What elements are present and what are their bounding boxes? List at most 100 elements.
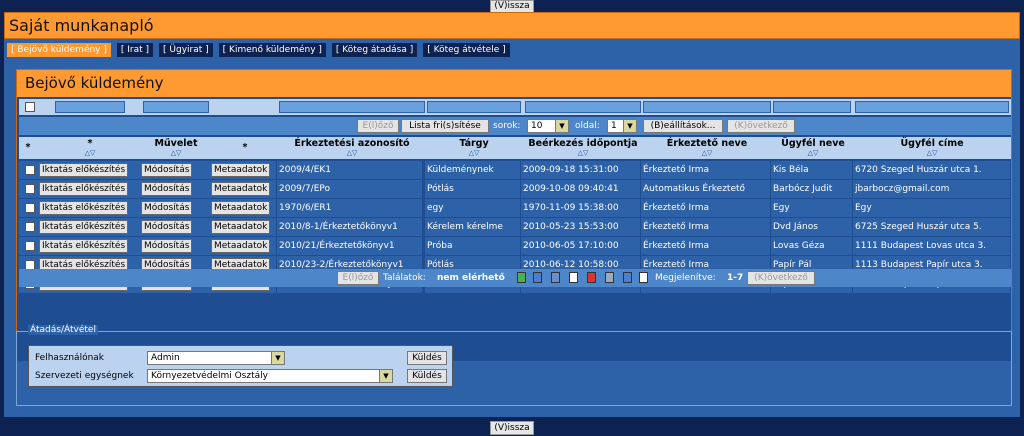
rows-label: sorok:	[493, 121, 521, 131]
refresh-button[interactable]: Lista fri(s)sítése	[401, 119, 489, 133]
table-header: * * △▽ Művelet △▽ * Érkeztetési azonosító △…	[19, 137, 1011, 159]
tab-outgoing[interactable]: [ Kimenő küldemény ]	[218, 43, 326, 57]
modify-button[interactable]: Módosítás	[141, 163, 193, 177]
filter-field[interactable]	[55, 101, 125, 113]
xml-export-icon[interactable]	[623, 272, 632, 283]
rows-select[interactable]: 10 ▼	[527, 119, 569, 133]
modify-button[interactable]: Módosítás	[141, 220, 193, 234]
col-action[interactable]: Művelet △▽	[143, 138, 209, 157]
next-button[interactable]: (K)övetkező	[727, 119, 795, 133]
select-all-checkbox[interactable]	[25, 102, 35, 112]
cell-subject: Pótlás	[425, 180, 521, 198]
modify-button[interactable]: Módosítás	[141, 239, 193, 253]
cell-address: 1111 Budapest Lovas utca 3.	[853, 237, 1011, 255]
filter-subject-field[interactable]	[427, 101, 521, 113]
sort-icon[interactable]: △▽	[143, 149, 209, 157]
top-bar: (V)issza	[0, 0, 1024, 13]
user-select[interactable]: Admin ▼	[147, 351, 285, 365]
settings-button[interactable]: (B)eállítások...	[643, 119, 723, 133]
sort-icon[interactable]: △▽	[427, 149, 521, 157]
tab-case[interactable]: [ Ügyirat ]	[159, 43, 213, 57]
prepare-filing-button[interactable]: Iktatás előkészítés	[39, 163, 129, 177]
col-date[interactable]: Beérkezés időpontja △▽	[523, 138, 643, 157]
col-id[interactable]: Érkeztetési azonosító △▽	[279, 138, 425, 157]
filter-address-field[interactable]	[855, 101, 1009, 113]
blank-page-icon[interactable]	[639, 272, 648, 283]
col-star2: *	[242, 142, 248, 153]
col-subject[interactable]: Tárgy △▽	[427, 138, 521, 157]
send-org-button[interactable]: Küldés	[407, 369, 447, 383]
tab-batch-handover[interactable]: [ Köteg átadása ]	[331, 43, 418, 57]
filter-field[interactable]	[143, 101, 209, 113]
word-export-icon[interactable]	[533, 272, 542, 283]
prepare-filing-button[interactable]: Iktatás előkészítés	[39, 220, 129, 234]
cell-registrar: Érkeztető Irma	[641, 237, 771, 255]
excel-export-icon[interactable]	[517, 272, 526, 283]
prev-button[interactable]: E(l)őző	[357, 119, 399, 133]
sort-icon[interactable]: △▽	[523, 149, 643, 157]
metadata-button[interactable]: Metaadatok	[211, 163, 271, 177]
cell-id: 1970/6/ER1	[277, 199, 423, 217]
back-button-bottom[interactable]: (V)issza	[490, 421, 534, 435]
filter-registrar-field[interactable]	[643, 101, 771, 113]
sort-icon[interactable]: △▽	[773, 149, 853, 157]
app-window: (V)issza Saját munkanapló [ Bejövő külde…	[0, 0, 1024, 436]
tab-incoming[interactable]: [ Bejövő küldemény ]	[7, 43, 111, 57]
send-user-button[interactable]: Küldés	[407, 351, 447, 365]
filter-id-field[interactable]	[279, 101, 425, 113]
chevron-down-icon: ▼	[379, 370, 392, 382]
cell-date: 2009-10-08 09:40:41	[521, 180, 641, 198]
text-export-icon[interactable]	[569, 272, 578, 283]
org-select[interactable]: Környezetvédelmi Osztály ▼	[147, 369, 393, 383]
prepare-filing-button[interactable]: Iktatás előkészítés	[39, 201, 129, 215]
bottom-bar: (V)issza	[0, 420, 1024, 436]
row-checkbox[interactable]	[25, 203, 35, 213]
metadata-button[interactable]: Metaadatok	[211, 182, 271, 196]
cell-registrar: Érkeztető Irma	[641, 161, 771, 179]
sort-icon[interactable]: △▽	[55, 149, 125, 157]
org-label: Szervezeti egységnek	[35, 371, 134, 381]
tab-document[interactable]: [ Irat ]	[116, 43, 154, 57]
row-checkbox[interactable]	[25, 222, 35, 232]
row-checkbox[interactable]	[25, 165, 35, 175]
table-row[interactable]: Iktatás előkészítés Módosítás Metaadatok 20…	[19, 180, 1011, 198]
panel-title: Bejövő küldemény	[25, 74, 164, 92]
table-row[interactable]: Iktatás előkészítés Módosítás Metaadatok 20…	[19, 161, 1011, 179]
modify-button[interactable]: Módosítás	[141, 201, 193, 215]
table-row[interactable]: Iktatás előkészítés Módosítás Metaadatok 20…	[19, 237, 1011, 255]
filter-date-field[interactable]	[525, 101, 641, 113]
cell-id: 2010/21/Érkeztetőkönyv1	[277, 237, 423, 255]
table-row[interactable]: Iktatás előkészítés Módosítás Metaadatok 19…	[19, 199, 1011, 217]
col-registrar[interactable]: Érkeztető neve △▽	[643, 138, 771, 157]
sort-icon[interactable]: △▽	[279, 149, 425, 157]
cell-subject: egy	[425, 199, 521, 217]
sort-icon[interactable]: △▽	[855, 149, 1009, 157]
prepare-filing-button[interactable]: Iktatás előkészítés	[39, 239, 129, 253]
prev-button-bottom[interactable]: E(l)őző	[337, 271, 379, 285]
cell-client: Barbócz Judit	[771, 180, 853, 198]
results-label: Találatok:	[383, 273, 426, 283]
cell-id: 2009/4/EK1	[277, 161, 423, 179]
filter-client-field[interactable]	[773, 101, 851, 113]
modify-button[interactable]: Módosítás	[141, 182, 193, 196]
print-icon[interactable]	[605, 272, 614, 283]
metadata-button[interactable]: Metaadatok	[211, 220, 271, 234]
row-checkbox[interactable]	[25, 241, 35, 251]
col-star[interactable]: * △▽	[55, 138, 125, 157]
col-address[interactable]: Ügyfél címe △▽	[855, 138, 1009, 157]
metadata-button[interactable]: Metaadatok	[211, 239, 271, 253]
shown-value: 1-7	[727, 273, 744, 283]
prepare-filing-button[interactable]: Iktatás előkészítés	[39, 182, 129, 196]
col-client[interactable]: Ügyfél neve △▽	[773, 138, 853, 157]
metadata-button[interactable]: Metaadatok	[211, 201, 271, 215]
pdf-export-icon[interactable]	[587, 272, 596, 283]
tab-batch-receive[interactable]: [ Köteg átvétele ]	[423, 43, 510, 57]
cell-client: Dvd János	[771, 218, 853, 236]
row-checkbox[interactable]	[25, 184, 35, 194]
sort-icon[interactable]: △▽	[643, 149, 771, 157]
next-button-bottom[interactable]: (K)övetkező	[747, 271, 815, 285]
table-row[interactable]: Iktatás előkészítés Módosítás Metaadatok 20…	[19, 218, 1011, 236]
rtf-export-icon[interactable]	[551, 272, 560, 283]
page-select[interactable]: 1 ▼	[607, 119, 637, 133]
cell-address: jbarbocz@gmail.com	[853, 180, 1011, 198]
